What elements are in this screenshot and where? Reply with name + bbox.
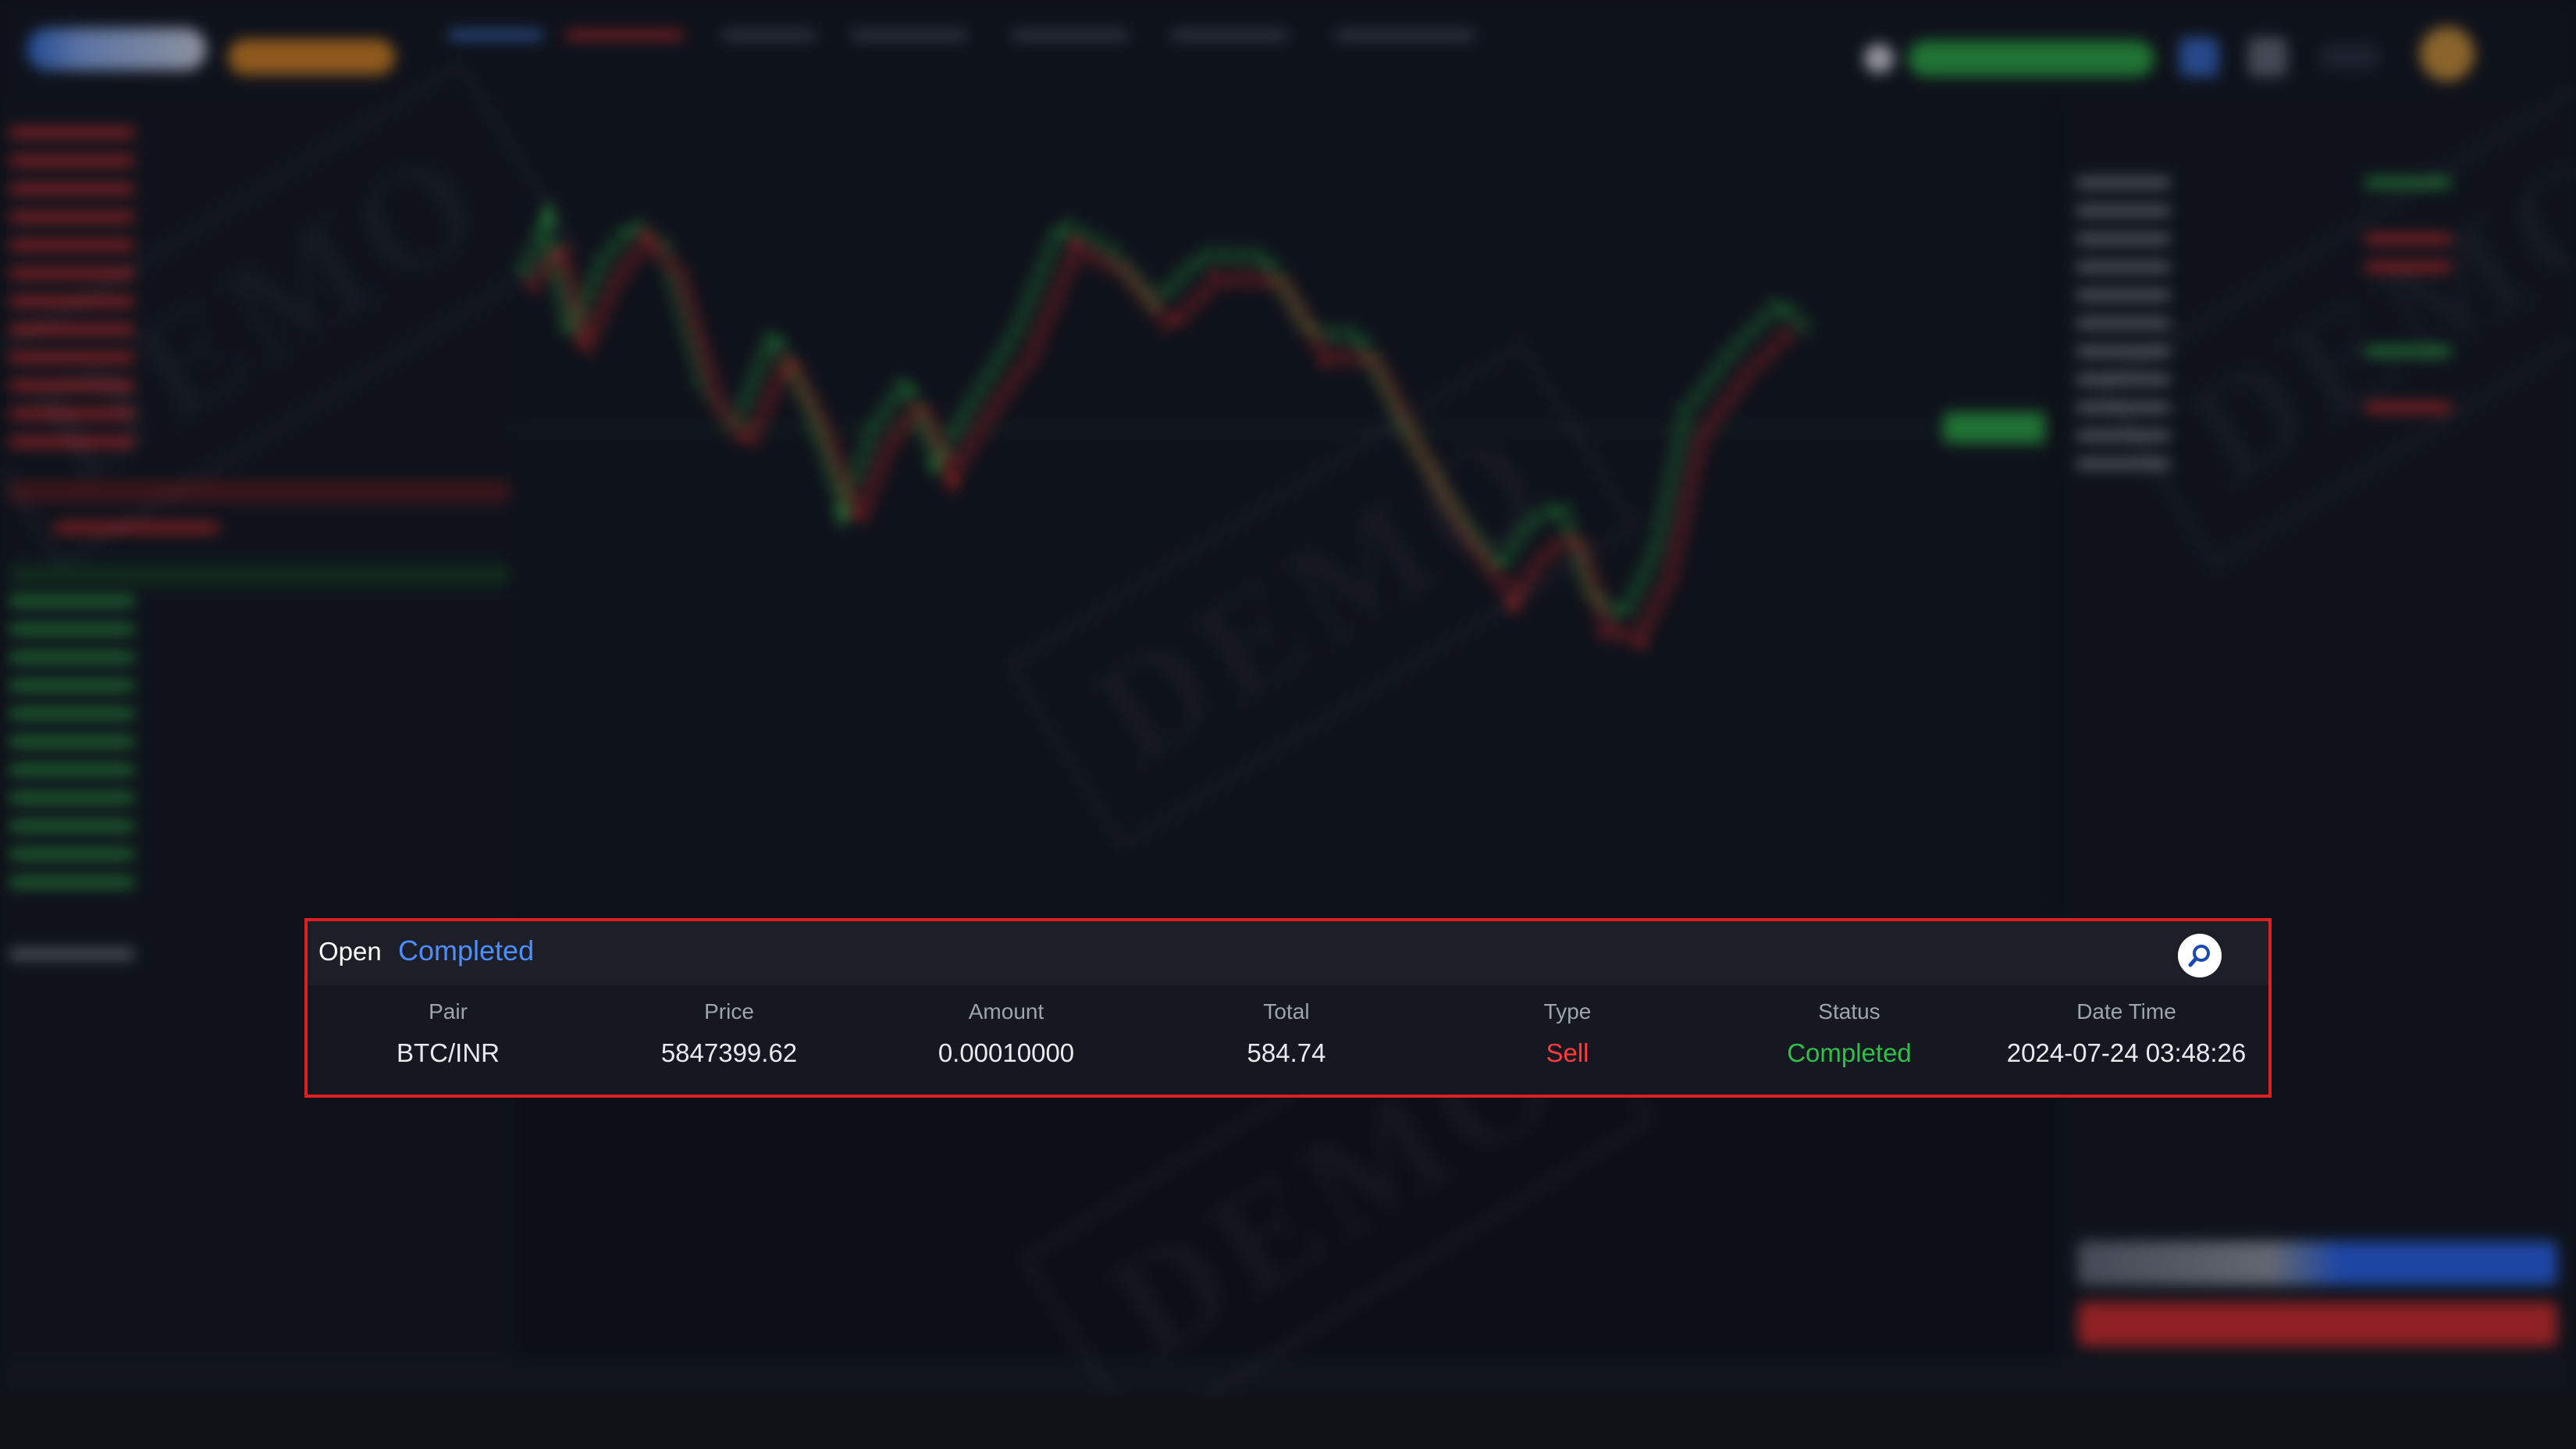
- column-header-price: Price: [704, 999, 754, 1024]
- dim-overlay: [0, 0, 2576, 1397]
- orders-panel: Open Completed Pair Price Amount Total T…: [304, 918, 2272, 1098]
- cell-price: 5847399.62: [660, 1038, 798, 1067]
- cell-amount: 0.00010000: [938, 1038, 1075, 1067]
- orders-tabs-bar: Open Completed: [308, 921, 2268, 985]
- column-header-status: Status: [1818, 999, 1880, 1024]
- tab-completed[interactable]: Completed: [398, 935, 534, 967]
- column-header-pair: Pair: [429, 999, 468, 1024]
- orders-table-header: Pair Price Amount Total Type Status Date…: [308, 999, 2268, 1031]
- column-header-amount: Amount: [968, 999, 1044, 1024]
- footer-bar: [0, 1397, 2576, 1449]
- cell-type: Sell: [1546, 1038, 1589, 1067]
- cell-status: Completed: [1787, 1038, 1912, 1067]
- cell-date-time: 2024-07-24 03:48:26: [2006, 1038, 2247, 1067]
- cell-pair: BTC/INR: [397, 1038, 500, 1067]
- tab-open[interactable]: Open: [318, 937, 382, 967]
- column-header-total: Total: [1263, 999, 1310, 1024]
- search-icon: [2188, 945, 2210, 967]
- search-button[interactable]: [2178, 934, 2222, 977]
- cell-total: 584.74: [1247, 1038, 1326, 1067]
- column-header-type: Type: [1543, 999, 1592, 1024]
- column-header-date-time: Date Time: [2076, 999, 2176, 1024]
- table-row[interactable]: BTC/INR 5847399.62 0.00010000 584.74 Sel…: [308, 1038, 2268, 1077]
